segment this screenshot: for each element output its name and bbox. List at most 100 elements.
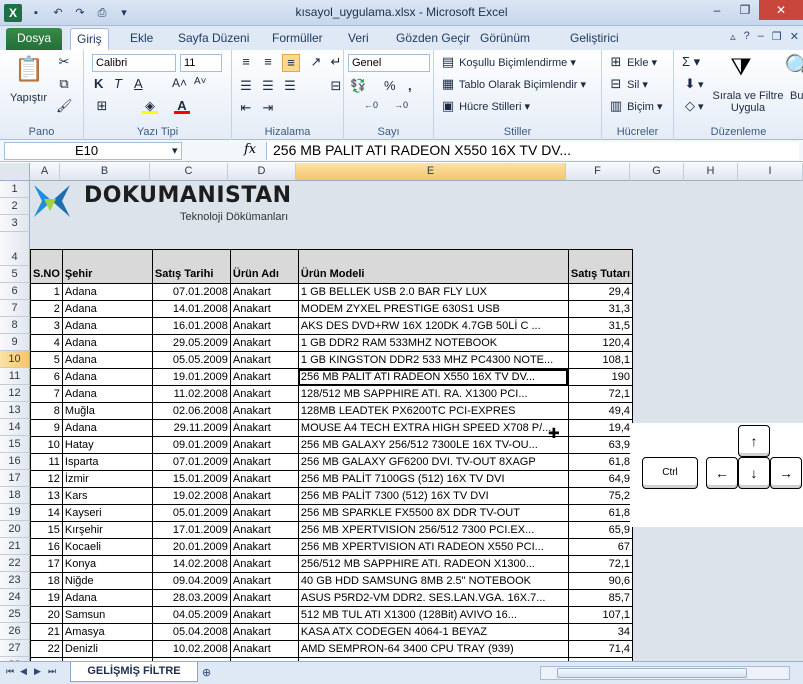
cell-product[interactable]: Anakart: [229, 555, 299, 573]
header-sale-amount[interactable]: Satış Tutarı: [567, 249, 634, 284]
cell-product[interactable]: Anakart: [229, 419, 299, 437]
cell-product[interactable]: Anakart: [229, 385, 299, 403]
cell-city[interactable]: Konya: [61, 555, 153, 573]
tab-insert[interactable]: Ekle: [124, 28, 159, 50]
column-header-i[interactable]: I: [738, 163, 803, 181]
cell-city[interactable]: Adana: [61, 300, 153, 318]
row-header[interactable]: 24: [0, 589, 30, 606]
cell-city[interactable]: Adana: [61, 368, 153, 386]
find-select-icon[interactable]: 🔍: [784, 52, 803, 84]
cell-date[interactable]: 29.05.2009: [151, 334, 231, 352]
tab-formulas[interactable]: Formüller: [266, 28, 329, 50]
row-header[interactable]: 8: [0, 317, 30, 334]
row-header[interactable]: 13: [0, 402, 30, 419]
insert-function-icon[interactable]: fx: [244, 142, 256, 157]
underline-button[interactable]: A: [134, 76, 143, 91]
cell-sno[interactable]: 7: [30, 385, 63, 403]
cell-product[interactable]: Anakart: [229, 640, 299, 658]
row-header[interactable]: 21: [0, 538, 30, 555]
cell-styles-button[interactable]: ▣ Hücre Stilleri ▾: [440, 98, 530, 114]
minimize-icon[interactable]: –: [703, 0, 731, 20]
cell-product[interactable]: Anakart: [229, 521, 299, 539]
format-as-table-button[interactable]: ▦ Tablo Olarak Biçimlendir ▾: [440, 76, 586, 92]
grow-font-icon[interactable]: A˄: [172, 76, 187, 90]
cell-date[interactable]: 09.04.2009: [151, 572, 231, 590]
row-header[interactable]: 27: [0, 640, 30, 657]
cell-amount[interactable]: 120,4: [567, 334, 634, 352]
align-left-icon[interactable]: ☰: [238, 78, 254, 94]
cell-city[interactable]: Adana: [61, 419, 153, 437]
window-restore-icon[interactable]: ❐: [772, 30, 782, 43]
cell-model[interactable]: 128MB LEADTEK PX6200TC PCI-EXPRES: [297, 402, 569, 420]
row-header[interactable]: 1: [0, 181, 30, 198]
cell-sno[interactable]: 22: [30, 640, 63, 658]
row-header[interactable]: 18: [0, 487, 30, 504]
increase-indent-icon[interactable]: ⇥: [260, 100, 276, 116]
cell-model[interactable]: 512 MB TUL ATI X1300 (128Bit) AVIVO 16..…: [297, 606, 569, 624]
cell-sno[interactable]: 8: [30, 402, 63, 420]
row-header[interactable]: 15: [0, 436, 30, 453]
cell-city[interactable]: Denizli: [61, 640, 153, 658]
cell-amount[interactable]: 61,8: [567, 453, 634, 471]
cell-date[interactable]: 10.02.2008: [151, 640, 231, 658]
row-header[interactable]: 20: [0, 521, 30, 538]
cell-sno[interactable]: 19: [30, 589, 63, 607]
autosum-icon[interactable]: Σ ▾: [682, 54, 700, 70]
align-right-icon[interactable]: ☰: [282, 78, 298, 94]
copy-icon[interactable]: ⧉: [56, 76, 72, 92]
cell-sno[interactable]: 1: [30, 283, 63, 301]
row-header[interactable]: 16: [0, 453, 30, 470]
row-header[interactable]: 5: [0, 266, 30, 283]
cell-amount[interactable]: 61,8: [567, 504, 634, 522]
row-header[interactable]: 12: [0, 385, 30, 402]
find-select-button[interactable]: Bu: [790, 90, 803, 102]
column-header-e[interactable]: E: [296, 163, 566, 181]
cell-amount[interactable]: 49,4: [567, 402, 634, 420]
sort-filter-button[interactable]: Sırala ve Filtre Uygula: [712, 90, 784, 114]
cell-sno[interactable]: 11: [30, 453, 63, 471]
row-header[interactable]: 25: [0, 606, 30, 623]
row-header[interactable]: 3: [0, 215, 30, 232]
cell-model[interactable]: 128/512 MB SAPPHIRE ATI. RA. X1300 PCI..…: [297, 385, 569, 403]
column-header-b[interactable]: B: [60, 163, 150, 181]
cell-amount[interactable]: 65,9: [567, 521, 634, 539]
cell-product[interactable]: Anakart: [229, 606, 299, 624]
align-middle-icon[interactable]: ≡: [260, 54, 276, 70]
cell-amount[interactable]: 67: [567, 538, 634, 556]
cell-sno[interactable]: 12: [30, 470, 63, 488]
cell-city[interactable]: Adana: [61, 283, 153, 301]
sort-filter-icon[interactable]: ⧩: [726, 52, 756, 84]
cell-model[interactable]: AMD SEMPRON-64 3400 CPU TRAY (939): [297, 640, 569, 658]
tab-page-layout[interactable]: Sayfa Düzeni: [172, 28, 255, 50]
insert-sheet-icon[interactable]: ⊕: [202, 666, 211, 679]
merge-center-icon[interactable]: ⊟: [328, 78, 344, 94]
cell-product[interactable]: Anakart: [229, 317, 299, 335]
next-sheet-icon[interactable]: ▶: [34, 666, 41, 677]
header-product-name[interactable]: Ürün Adı: [229, 249, 299, 284]
cell-date[interactable]: 14.01.2008: [151, 300, 231, 318]
format-cells-button[interactable]: ▥ Biçim ▾: [608, 98, 663, 114]
tab-data[interactable]: Veri: [342, 28, 375, 50]
cell-date[interactable]: 05.01.2009: [151, 504, 231, 522]
column-header-f[interactable]: F: [566, 163, 630, 181]
cell-city[interactable]: Niğde: [61, 572, 153, 590]
worksheet[interactable]: A B C D E F G H I 1 2 3 4 5 6 7 8 9 10 11 12 13 14 15 1…: [0, 163, 803, 661]
cell-product[interactable]: Anakart: [229, 436, 299, 454]
decrease-decimal-icon[interactable]: →0: [394, 100, 408, 110]
tab-view[interactable]: Görünüm: [474, 28, 536, 50]
cell-city[interactable]: Kayseri: [61, 504, 153, 522]
cell-date[interactable]: 02.06.2008: [151, 402, 231, 420]
row-header[interactable]: 7: [0, 300, 30, 317]
cell-sno[interactable]: 20: [30, 606, 63, 624]
header-sno[interactable]: S.NO: [30, 249, 63, 284]
cell-amount[interactable]: 72,1: [567, 385, 634, 403]
cut-icon[interactable]: ✂: [56, 54, 72, 70]
horizontal-scrollbar[interactable]: [540, 666, 790, 680]
close-icon[interactable]: ✕: [759, 0, 803, 20]
cell-sno[interactable]: 2: [30, 300, 63, 318]
cell-city[interactable]: Kırşehir: [61, 521, 153, 539]
cell-amount[interactable]: 31,3: [567, 300, 634, 318]
cell-model[interactable]: 1 GB BELLEK USB 2.0 BAR FLY LUX: [297, 283, 569, 301]
cell-product[interactable]: Anakart: [229, 470, 299, 488]
cell-product[interactable]: Anakart: [229, 402, 299, 420]
